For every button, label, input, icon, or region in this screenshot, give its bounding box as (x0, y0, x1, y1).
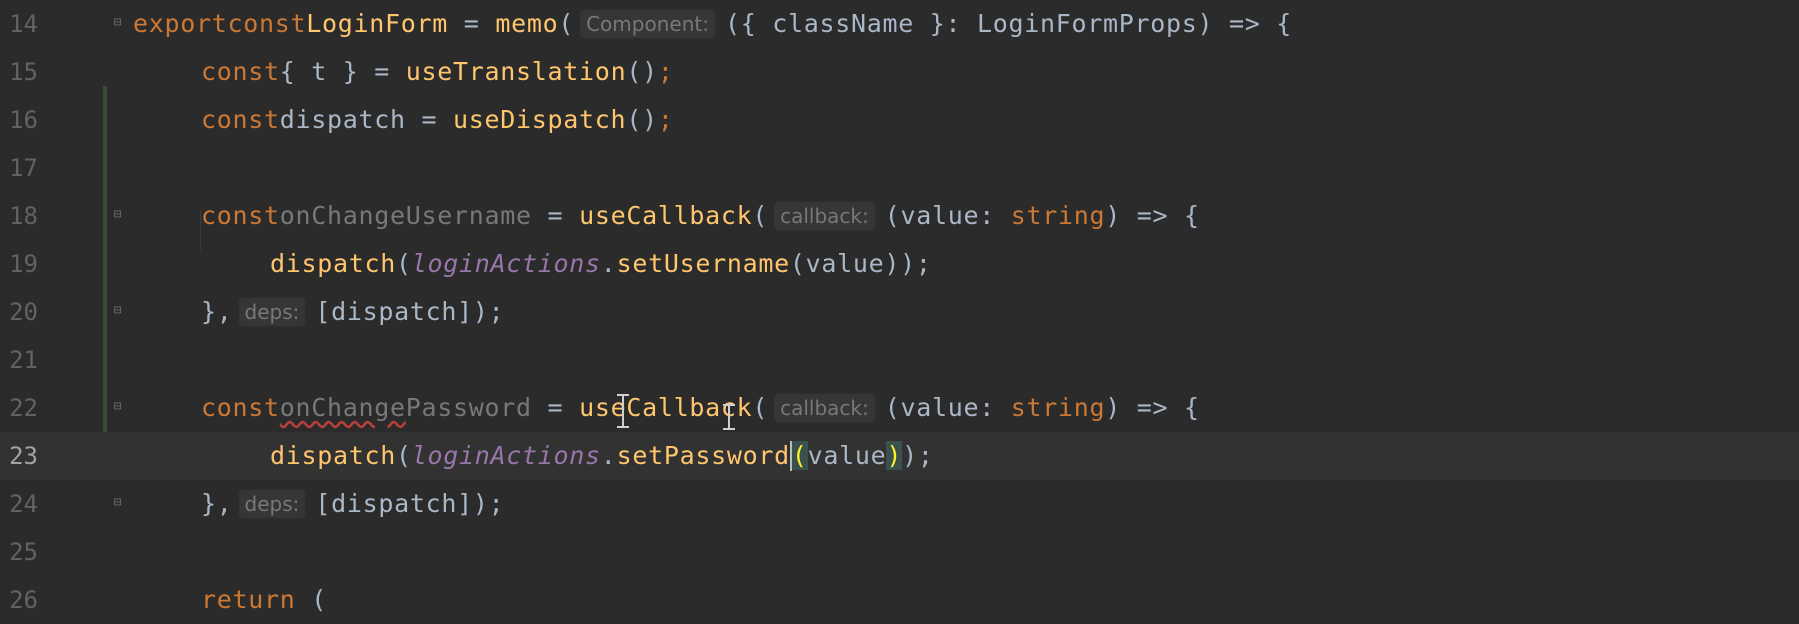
line-number: 20 (9, 297, 38, 326)
text-cursor-icon (723, 404, 735, 430)
fold-marker-icon[interactable]: ⊟ (110, 496, 126, 510)
line-number: 18 (9, 201, 38, 230)
inlay-hint: deps: (238, 297, 306, 326)
code-text: const onChange Password = useCallback(cal… (201, 393, 1200, 423)
code-line-25[interactable]: 25 (0, 528, 1799, 576)
code-line-16[interactable]: 16 const dispatch = useDispatch(); (0, 96, 1799, 144)
code-text: export const LoginForm = memo(Component:… (133, 9, 1292, 39)
fold-marker-icon[interactable]: ⊟ (110, 208, 126, 222)
line-number: 25 (9, 537, 38, 566)
code-line-19[interactable]: 19 dispatch(loginActions. setUsername (val… (0, 240, 1799, 288)
line-number: 21 (9, 345, 38, 374)
inlay-hint: Component: (580, 9, 715, 38)
code-text: const { t } = useTranslation(); (201, 57, 674, 87)
code-text: dispatch(loginActions. setPassword(value)… (270, 440, 934, 471)
inlay-hint: callback: (774, 393, 875, 422)
text-cursor-icon (617, 394, 629, 428)
code-text: dispatch(loginActions. setUsername (value)… (270, 249, 932, 279)
code-line-26[interactable]: 26 return ( (0, 576, 1799, 624)
code-line-20[interactable]: 20 ⊟ }, deps: [dispatch]); (0, 288, 1799, 336)
code-line-18[interactable]: 18 ⊟ const onChangeUsername = useCallbac… (0, 192, 1799, 240)
fold-marker-icon[interactable]: ⊟ (110, 16, 126, 30)
line-number: 23 (9, 441, 38, 470)
code-line-14[interactable]: 14 ⊟ export const LoginForm = memo(Compo… (0, 0, 1799, 48)
fold-marker-icon[interactable]: ⊟ (110, 400, 126, 414)
code-text: const onChangeUsername = useCallback(cal… (201, 201, 1200, 231)
line-number: 17 (9, 153, 38, 182)
code-text: }, deps: [dispatch]); (201, 489, 505, 519)
line-number: 26 (9, 585, 38, 614)
code-text: }, deps: [dispatch]); (201, 297, 505, 327)
code-line-17[interactable]: 17 (0, 144, 1799, 192)
inlay-hint: callback: (774, 201, 875, 230)
code-line-15[interactable]: 15 const { t } = useTranslation(); (0, 48, 1799, 96)
code-text: return ( (201, 585, 328, 615)
line-number: 24 (9, 489, 38, 518)
fold-marker-icon[interactable]: ⊟ (110, 304, 126, 318)
line-number: 22 (9, 393, 38, 422)
code-line-22[interactable]: 22 ⊟ const onChange Password = useCallbac… (0, 384, 1799, 432)
line-number: 19 (9, 249, 38, 278)
code-line-23[interactable]: 23 dispatch(loginActions. setPassword(val… (0, 432, 1799, 480)
line-number: 16 (9, 105, 38, 134)
code-editor[interactable]: 14 ⊟ export const LoginForm = memo(Compo… (0, 0, 1799, 623)
inlay-hint: deps: (238, 489, 306, 518)
code-line-24[interactable]: 24 ⊟ }, deps: [dispatch]); (0, 480, 1799, 528)
line-number: 14 (9, 9, 38, 38)
code-text: const dispatch = useDispatch(); (201, 105, 674, 135)
line-number: 15 (9, 57, 38, 86)
code-line-21[interactable]: 21 (0, 336, 1799, 384)
